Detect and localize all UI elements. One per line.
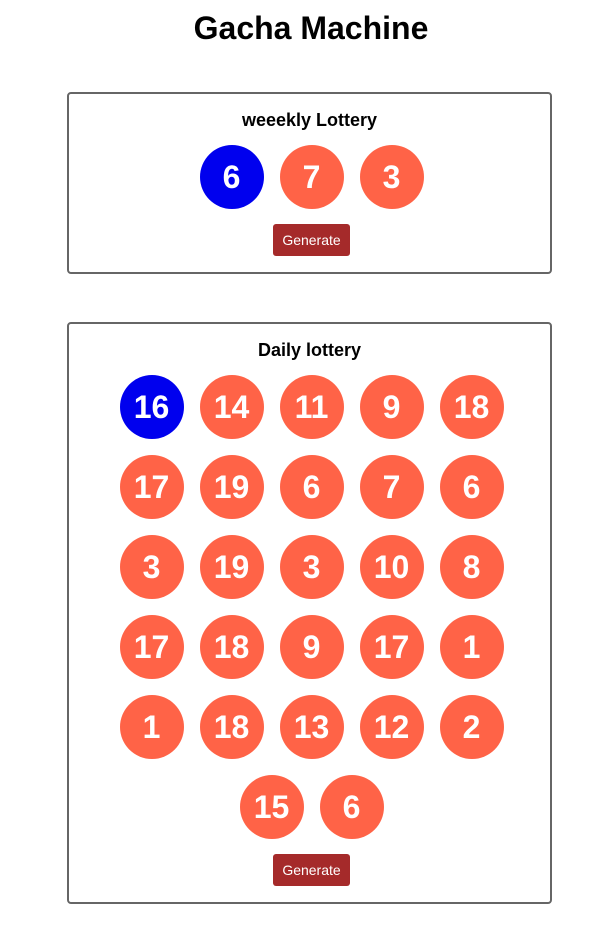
daily-ball-list: 16 14 11 9 18 17 19 6 7 6 3 19 3 10 8 17… xyxy=(119,375,504,839)
lottery-ball: 1 xyxy=(119,695,184,759)
lottery-ball: 7 xyxy=(279,145,344,209)
lottery-ball: 9 xyxy=(359,375,424,439)
lottery-ball: 17 xyxy=(119,455,184,519)
lottery-ball-bonus: 16 xyxy=(119,375,184,439)
lottery-ball: 1 xyxy=(439,615,504,679)
lottery-ball: 3 xyxy=(119,535,184,599)
lottery-ball: 3 xyxy=(359,145,424,209)
lottery-ball: 8 xyxy=(439,535,504,599)
lottery-ball: 17 xyxy=(359,615,424,679)
lottery-ball: 18 xyxy=(199,695,264,759)
lottery-ball: 12 xyxy=(359,695,424,759)
daily-generate-button[interactable]: Generate xyxy=(273,854,350,886)
lottery-ball: 6 xyxy=(439,455,504,519)
weekly-ball-list: 6 7 3 xyxy=(119,145,504,209)
lottery-ball: 19 xyxy=(199,455,264,519)
lottery-ball: 13 xyxy=(279,695,344,759)
lottery-ball: 19 xyxy=(199,535,264,599)
lottery-ball: 2 xyxy=(439,695,504,759)
lottery-ball: 17 xyxy=(119,615,184,679)
weekly-generate-button[interactable]: Generate xyxy=(273,224,350,256)
lottery-ball: 18 xyxy=(199,615,264,679)
page-title: Gacha Machine xyxy=(193,10,429,46)
lottery-ball: 6 xyxy=(279,455,344,519)
lottery-ball: 11 xyxy=(279,375,344,439)
lottery-ball: 7 xyxy=(359,455,424,519)
lottery-ball: 14 xyxy=(199,375,264,439)
lottery-ball-bonus: 6 xyxy=(199,145,264,209)
lottery-ball: 10 xyxy=(359,535,424,599)
lottery-ball: 15 xyxy=(239,775,304,839)
lottery-ball: 18 xyxy=(439,375,504,439)
weekly-lottery-panel: weeekly Lottery 6 7 3 Generate xyxy=(67,92,552,274)
lottery-ball: 9 xyxy=(279,615,344,679)
lottery-ball: 3 xyxy=(279,535,344,599)
daily-lottery-panel: Daily lottery 16 14 11 9 18 17 19 6 7 6 … xyxy=(67,322,552,904)
weekly-lottery-title: weeekly Lottery xyxy=(241,110,378,130)
lottery-ball: 6 xyxy=(319,775,384,839)
daily-lottery-title: Daily lottery xyxy=(257,340,362,360)
